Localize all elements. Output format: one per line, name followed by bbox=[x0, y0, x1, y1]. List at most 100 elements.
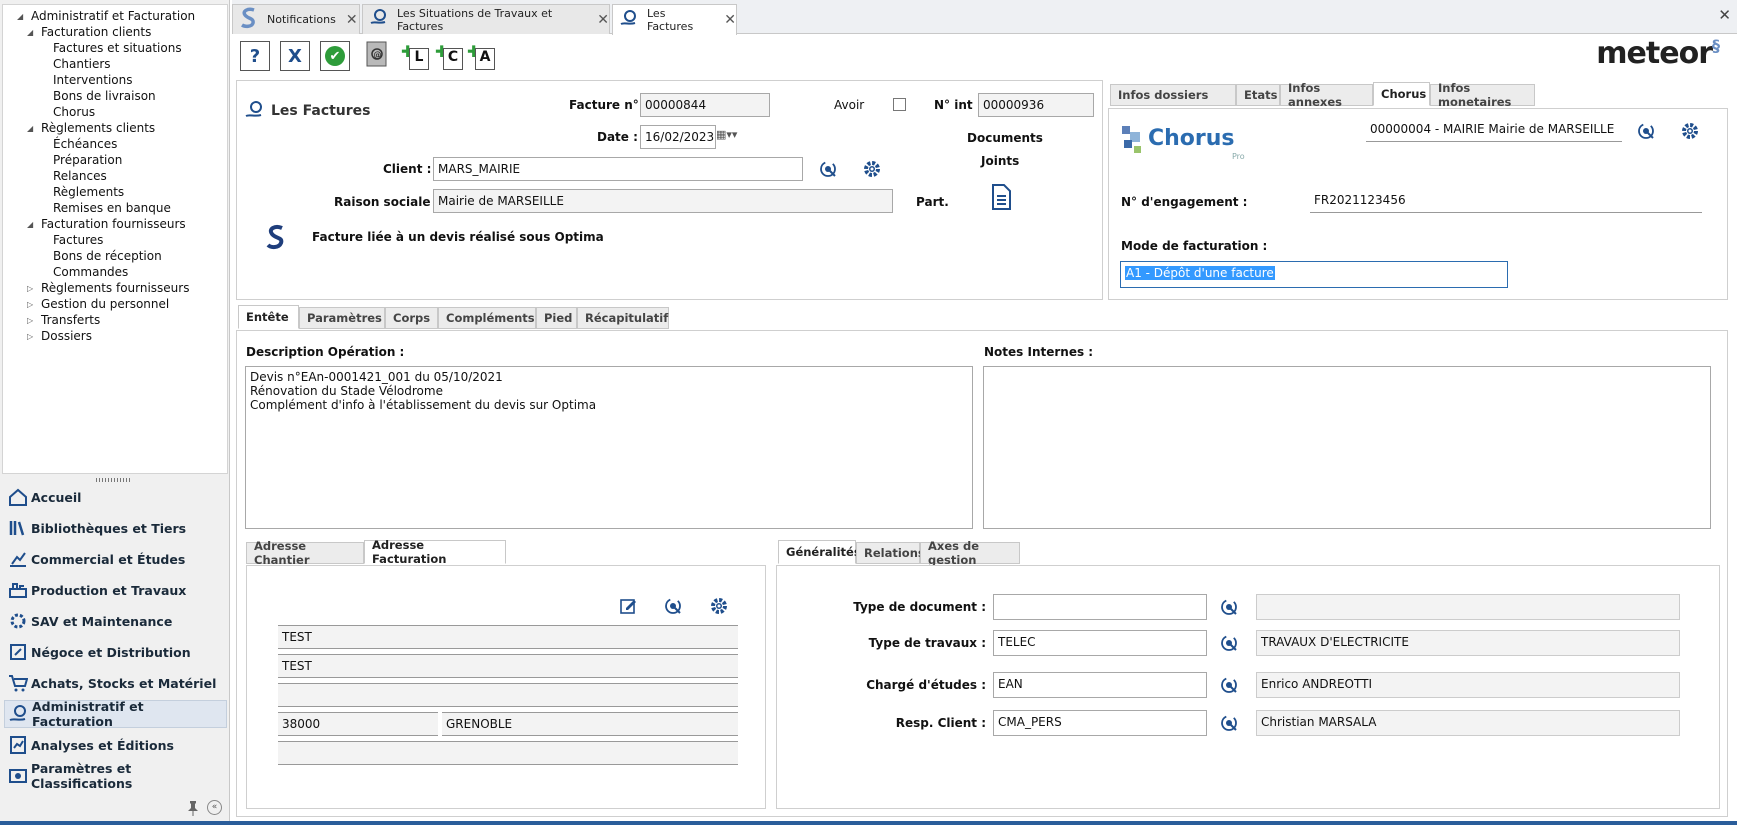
charge-name-field[interactable]: Enrico ANDREOTTI bbox=[1256, 672, 1680, 698]
add-line-button[interactable]: ✚ L bbox=[400, 41, 430, 71]
tree-item[interactable]: Chorus bbox=[53, 105, 95, 119]
tab-les-factures[interactable]: Les Factures ✕ bbox=[612, 4, 737, 35]
cancel-button[interactable]: X bbox=[280, 41, 310, 71]
nint-field[interactable]: 00000936 bbox=[978, 93, 1094, 117]
expand-toggle-icon[interactable]: ◢ bbox=[27, 220, 33, 229]
tree-item[interactable]: Relances bbox=[53, 169, 107, 183]
calendar-dropdown-icon[interactable]: ▦▾▾ bbox=[716, 128, 737, 141]
document-icon[interactable] bbox=[990, 184, 1012, 213]
tree-item[interactable]: Bons de réception bbox=[53, 249, 162, 263]
nav-item-billing[interactable]: Administratif et Facturation bbox=[4, 699, 227, 729]
collapse-panel-icon[interactable]: « bbox=[207, 800, 222, 815]
nav-item-analysis[interactable]: Analyses et Éditions bbox=[4, 731, 227, 759]
expand-toggle-icon[interactable]: ▷ bbox=[27, 316, 33, 325]
pin-icon[interactable] bbox=[186, 800, 200, 819]
facture-number-field[interactable]: 00000844 bbox=[640, 93, 770, 117]
tree-item[interactable]: Remises en banque bbox=[53, 201, 171, 215]
description-textarea[interactable]: Devis n°EAn-0001421_001 du 05/10/2021 Ré… bbox=[245, 366, 973, 529]
right-tab-0[interactable]: Infos dossiers bbox=[1110, 84, 1236, 106]
tree-item[interactable]: Commandes bbox=[53, 265, 128, 279]
main-tab-3[interactable]: Compléments bbox=[438, 307, 536, 329]
nav-item-commercial[interactable]: Commercial et Études bbox=[4, 545, 227, 573]
nav-item-negoce[interactable]: Négoce et Distribution bbox=[4, 638, 227, 666]
type_trav-name-field[interactable]: TRAVAUX D'ELECTRICITE bbox=[1256, 630, 1680, 656]
type_trav-code-field[interactable]: TELEC bbox=[993, 630, 1207, 656]
add-article-button[interactable]: ✚ A bbox=[466, 41, 496, 71]
expand-toggle-icon[interactable]: ◢ bbox=[27, 28, 33, 37]
right-tab-2[interactable]: Infos annexes bbox=[1280, 81, 1373, 109]
right-tab-1[interactable]: Etats bbox=[1236, 84, 1280, 106]
general-tab-2[interactable]: Axes de gestion bbox=[920, 539, 1020, 567]
engagement-field[interactable]: FR2021123456 bbox=[1310, 189, 1702, 213]
resp-code-field[interactable]: CMA_PERS bbox=[993, 710, 1207, 736]
type_doc-name-field[interactable] bbox=[1256, 594, 1680, 620]
address-line2-field[interactable]: TEST bbox=[278, 654, 738, 678]
email-button[interactable]: @ bbox=[362, 41, 392, 71]
target-select-icon[interactable] bbox=[663, 596, 683, 616]
tree-item[interactable]: Factures bbox=[53, 233, 103, 247]
raison-sociale-field[interactable]: Mairie de MARSEILLE bbox=[433, 189, 893, 213]
panel-splitter[interactable] bbox=[96, 478, 132, 482]
tab-situations[interactable]: Les Situations de Travaux et Factures ✕ bbox=[362, 4, 610, 34]
target-select-icon[interactable] bbox=[1219, 675, 1239, 695]
tree-item[interactable]: Règlements fournisseurs bbox=[41, 281, 189, 295]
tree-item[interactable]: Règlements bbox=[53, 185, 124, 199]
right-tab-4[interactable]: Infos monetaires bbox=[1430, 81, 1535, 109]
expand-toggle-icon[interactable]: ▷ bbox=[27, 300, 33, 309]
tree-item[interactable]: Transferts bbox=[41, 313, 100, 327]
charge-code-field[interactable]: EAN bbox=[993, 672, 1207, 698]
tree-item[interactable]: Facturation fournisseurs bbox=[41, 217, 186, 231]
general-tab-0[interactable]: Généralités bbox=[778, 540, 861, 564]
add-comment-button[interactable]: ✚ C bbox=[434, 41, 464, 71]
main-tab-1[interactable]: Paramètres bbox=[299, 307, 385, 329]
expand-toggle-icon[interactable]: ◢ bbox=[17, 12, 23, 21]
resp-name-field[interactable]: Christian MARSALA bbox=[1256, 710, 1680, 736]
main-tab-5[interactable]: Récapitulatif bbox=[577, 307, 669, 329]
general-tab-1[interactable]: Relations bbox=[856, 542, 925, 564]
address-line3-field[interactable] bbox=[278, 683, 738, 707]
address-tab-1[interactable]: Adresse Facturation bbox=[364, 538, 506, 566]
main-tab-2[interactable]: Corps bbox=[385, 307, 438, 329]
mode-facturation-field[interactable]: A1 - Dépôt d'une facture bbox=[1120, 261, 1508, 288]
expand-toggle-icon[interactable]: ▷ bbox=[27, 284, 33, 293]
nav-item-library[interactable]: Bibliothèques et Tiers bbox=[4, 514, 227, 542]
validate-button[interactable]: ✔ bbox=[320, 41, 350, 71]
main-tab-4[interactable]: Pied bbox=[536, 307, 577, 329]
right-tab-3[interactable]: Chorus bbox=[1373, 82, 1430, 106]
target-select-icon[interactable] bbox=[1219, 713, 1239, 733]
close-icon[interactable]: ✕ bbox=[724, 12, 736, 28]
chorus-structure-field[interactable]: 00000004 - MAIRIE Mairie de MARSEILLE bbox=[1366, 118, 1622, 142]
expand-toggle-icon[interactable]: ▷ bbox=[27, 332, 33, 341]
edit-icon[interactable] bbox=[618, 596, 638, 616]
target-select-icon[interactable] bbox=[1636, 121, 1656, 141]
gear-icon[interactable] bbox=[709, 596, 729, 616]
main-tab-0[interactable]: Entête bbox=[238, 305, 299, 329]
date-field[interactable]: 16/02/2023 bbox=[640, 125, 716, 149]
gear-icon[interactable] bbox=[1680, 121, 1700, 141]
tree-item[interactable]: Chantiers bbox=[53, 57, 111, 71]
target-select-icon[interactable] bbox=[1219, 633, 1239, 653]
nav-item-cart[interactable]: Achats, Stocks et Matériel bbox=[4, 669, 227, 697]
address-line1-field[interactable]: TEST bbox=[278, 625, 738, 649]
close-icon[interactable]: ✕ bbox=[597, 12, 609, 28]
nav-item-production[interactable]: Production et Travaux bbox=[4, 576, 227, 604]
zip-field[interactable]: 38000 bbox=[278, 712, 438, 736]
tree-item[interactable]: Préparation bbox=[53, 153, 122, 167]
tree-item[interactable]: Factures et situations bbox=[53, 41, 182, 55]
tree-item[interactable]: Bons de livraison bbox=[53, 89, 156, 103]
nav-item-settings[interactable]: Paramètres et Classifications bbox=[4, 761, 227, 791]
nav-item-maintenance[interactable]: SAV et Maintenance bbox=[4, 607, 227, 635]
tree-item[interactable]: Administratif et Facturation bbox=[31, 9, 195, 23]
close-icon[interactable]: ✕ bbox=[346, 12, 358, 28]
nav-item-home[interactable]: Accueil bbox=[4, 483, 227, 511]
tree-item[interactable]: Dossiers bbox=[41, 329, 92, 343]
type_doc-code-field[interactable] bbox=[993, 594, 1207, 620]
address-tab-0[interactable]: Adresse Chantier bbox=[246, 539, 364, 567]
tree-item[interactable]: Gestion du personnel bbox=[41, 297, 169, 311]
help-button[interactable]: ? bbox=[240, 41, 270, 71]
notes-textarea[interactable] bbox=[983, 366, 1711, 529]
window-close-icon[interactable]: ✕ bbox=[1718, 6, 1731, 24]
tree-item[interactable]: Interventions bbox=[53, 73, 133, 87]
tree-item[interactable]: Règlements clients bbox=[41, 121, 155, 135]
target-select-icon[interactable] bbox=[818, 159, 838, 179]
